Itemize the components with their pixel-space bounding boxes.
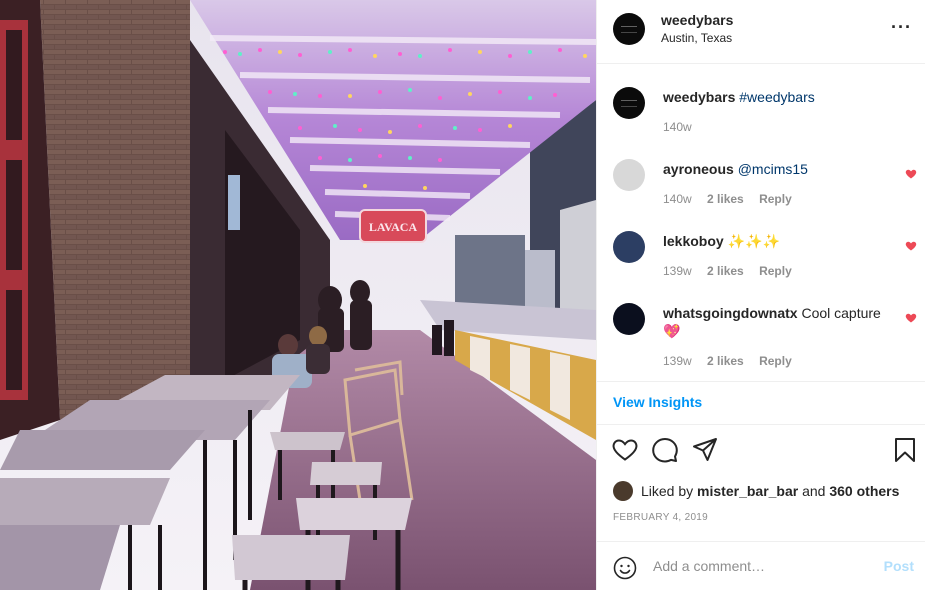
comment-icon[interactable] xyxy=(651,436,679,464)
comment-like-heart-icon[interactable] xyxy=(905,240,917,252)
liker-avatar[interactable] xyxy=(613,481,633,501)
comment-text: lekkoboy ✨✨✨ xyxy=(663,232,903,250)
comment-reply-button[interactable]: Reply xyxy=(759,192,792,206)
author-username[interactable]: weedybars xyxy=(661,12,733,28)
save-bookmark-icon[interactable] xyxy=(891,436,919,464)
comment-reply-button[interactable]: Reply xyxy=(759,264,792,278)
comment-time[interactable]: 140w xyxy=(663,192,692,206)
comment-time[interactable]: 139w xyxy=(663,354,692,368)
post-side-panel: weedybars Austin, Texas ··· weedybars #w… xyxy=(596,0,925,590)
post-comment-button[interactable]: Post xyxy=(884,558,914,574)
comment-time[interactable]: 139w xyxy=(663,264,692,278)
divider xyxy=(597,424,925,425)
comment-like-heart-icon[interactable] xyxy=(905,168,917,180)
liker-username[interactable]: mister_bar_bar xyxy=(697,483,798,499)
view-insights-link[interactable]: View Insights xyxy=(613,394,702,410)
comment-like-heart-icon[interactable] xyxy=(905,312,917,324)
caption-time[interactable]: 140w xyxy=(663,120,692,134)
divider xyxy=(597,541,925,542)
comment-likes[interactable]: 2 likes xyxy=(707,354,744,368)
divider xyxy=(597,381,925,382)
photo-illustration: LAVACA xyxy=(0,0,596,590)
comment-mention[interactable]: @mcims15 xyxy=(738,161,808,177)
like-heart-icon[interactable] xyxy=(611,436,639,464)
post-actions xyxy=(597,436,925,468)
share-send-icon[interactable] xyxy=(691,436,719,464)
post-photo[interactable]: LAVACA xyxy=(0,0,596,590)
comment-emoji: 💖 xyxy=(663,323,681,339)
comment-text: whatsgoingdownatx Cool capture 💖 xyxy=(663,304,903,340)
emoji-smiley-icon[interactable] xyxy=(613,556,637,580)
caption-meta: 140w xyxy=(663,120,704,134)
commenter-username[interactable]: whatsgoingdownatx xyxy=(663,305,798,321)
commenter-avatar[interactable] xyxy=(613,303,645,335)
likes-count-link[interactable]: 360 others xyxy=(829,483,899,499)
author-avatar[interactable] xyxy=(613,13,645,45)
comment-likes[interactable]: 2 likes xyxy=(707,192,744,206)
comment-input[interactable]: Add a comment… xyxy=(653,558,765,574)
comment-body: Cool capture xyxy=(801,305,881,321)
comment-text: ayroneous @mcims15 xyxy=(663,160,903,178)
post-date[interactable]: FEBRUARY 4, 2019 xyxy=(613,512,708,523)
comment-reply-button[interactable]: Reply xyxy=(759,354,792,368)
comment-body: ✨✨✨ xyxy=(727,233,780,249)
commenter-avatar[interactable] xyxy=(613,231,645,263)
commenter-avatar[interactable] xyxy=(613,159,645,191)
caption-username[interactable]: weedybars xyxy=(663,89,735,105)
lavaca-sign: LAVACA xyxy=(369,220,418,234)
commenter-username[interactable]: lekkoboy xyxy=(663,233,724,249)
caption-avatar[interactable] xyxy=(613,87,645,119)
comment-likes[interactable]: 2 likes xyxy=(707,264,744,278)
post-location[interactable]: Austin, Texas xyxy=(661,31,732,45)
liked-by-joiner: and xyxy=(802,483,826,499)
caption-text: weedybars #weedybars xyxy=(663,88,903,106)
liked-by-prefix: Liked by xyxy=(641,483,694,499)
add-comment-bar: Add a comment… Post xyxy=(597,546,925,590)
liked-by-text: Liked by mister_bar_bar and 360 others xyxy=(641,483,899,499)
more-options-icon[interactable]: ··· xyxy=(891,18,912,36)
comment-meta: 139w 2 likes Reply xyxy=(663,354,804,368)
commenter-username[interactable]: ayroneous xyxy=(663,161,734,177)
comment-meta: 140w 2 likes Reply xyxy=(663,192,804,206)
post-header: weedybars Austin, Texas ··· xyxy=(597,0,925,64)
caption-hashtag[interactable]: #weedybars xyxy=(739,89,815,105)
comment-meta: 139w 2 likes Reply xyxy=(663,264,804,278)
